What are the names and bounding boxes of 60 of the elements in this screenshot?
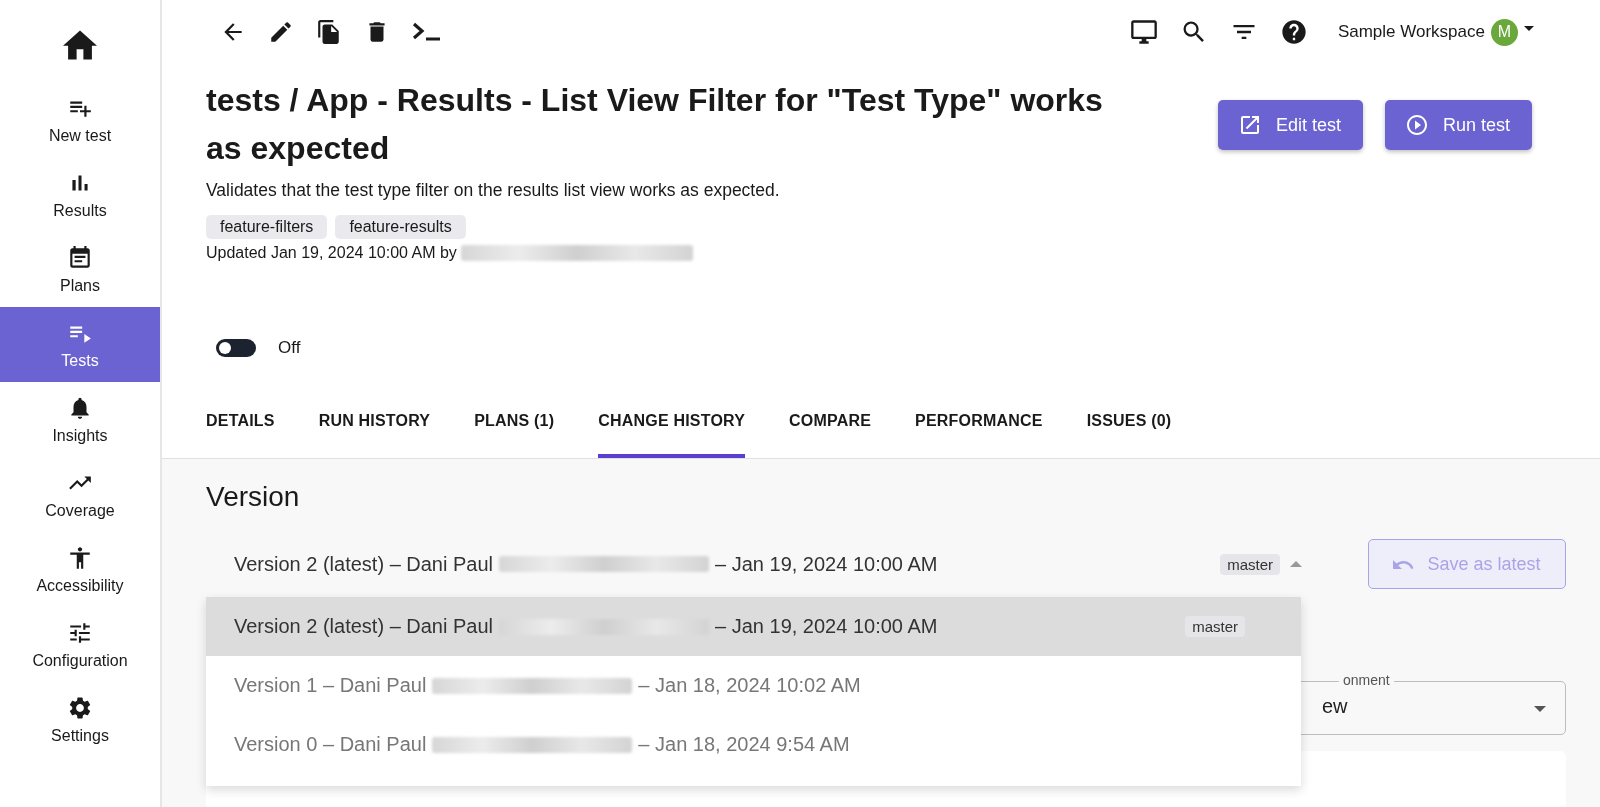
nav-item[interactable]: Configuration — [0, 607, 160, 682]
option-date: – Jan 19, 2024 10:00 AM — [715, 615, 938, 638]
nav-label: Configuration — [32, 651, 128, 670]
page-title: tests / App - Results - List View Filter for "Test Type" works as expected — [206, 81, 1104, 168]
tab[interactable]: ISSUES (0) — [1086, 398, 1172, 458]
nav-label: Settings — [51, 726, 109, 745]
nav-item[interactable]: Settings — [0, 682, 160, 757]
branch-chip: master — [1220, 553, 1280, 575]
nav-label: Accessibility — [36, 576, 124, 595]
nav-label: Results — [53, 201, 107, 220]
branch-chip: master — [1185, 616, 1245, 637]
tab[interactable]: PERFORMANCE — [915, 398, 1043, 458]
calendar-icon — [67, 244, 93, 271]
caret-icon — [1524, 25, 1534, 31]
nav-label: Coverage — [45, 501, 115, 520]
toggle-label: Off — [278, 338, 301, 358]
menu-option[interactable]: Version 2 (latest) – Dani Paul – Jan 19, 2024 10:00 AM master — [206, 597, 1301, 656]
nav-item[interactable]: Plans — [0, 232, 160, 307]
option-label: Version 0 – Dani Paul — [234, 733, 427, 756]
accessibility-icon — [67, 544, 93, 571]
option-label: Version 1 – Dani Paul — [234, 674, 427, 697]
pencil-icon[interactable] — [268, 19, 294, 45]
copy-icon[interactable] — [316, 19, 342, 45]
workspace-name: Sample Workspace — [1337, 22, 1485, 42]
help-icon[interactable] — [1279, 18, 1308, 46]
nav-item[interactable]: Coverage — [0, 457, 160, 532]
tab[interactable]: PLANS (1) — [474, 398, 555, 458]
version-select[interactable]: Version 2 (latest) – Dani Paul – Jan 19, 2024 10:00 AM master — [206, 539, 1330, 589]
field-value: ew — [1322, 695, 1348, 718]
nav-item[interactable]: Insights — [0, 382, 160, 457]
nav-item[interactable]: Results — [0, 157, 160, 232]
nav-label: Insights — [52, 426, 108, 445]
nav-item[interactable]: Accessibility — [0, 532, 160, 607]
avatar: M — [1491, 18, 1518, 46]
version-date: – Jan 19, 2024 10:00 AM — [715, 552, 938, 576]
option-date: – Jan 18, 2024 9:54 AM — [638, 733, 850, 756]
undo-icon — [1393, 558, 1416, 570]
version-label: Version 2 (latest) – Dani Paul — [234, 552, 494, 576]
run-button[interactable]: Run test — [1384, 100, 1532, 150]
tab[interactable]: DETAILS — [206, 398, 275, 458]
tab[interactable]: RUN HISTORY — [318, 398, 431, 458]
nav-item[interactable]: New test — [0, 82, 160, 157]
updated-text: Updated Jan 19, 2024 10:00 AM by — [206, 244, 457, 262]
caret-icon — [1534, 706, 1546, 712]
monitor-icon[interactable] — [1129, 18, 1158, 46]
description: Validates that the test type filter on the results list view works as expected. — [206, 180, 781, 201]
toggle-switch[interactable] — [216, 339, 256, 357]
nav-label: Plans — [60, 276, 100, 295]
option-label: Version 2 (latest) – Dani Paul — [234, 615, 494, 638]
tab[interactable]: COMPARE — [789, 398, 872, 458]
edit-button[interactable]: Edit test — [1217, 100, 1363, 150]
nav-label: Tests — [61, 351, 99, 370]
option-date: – Jan 18, 2024 10:02 AM — [638, 674, 861, 697]
nav-label: New test — [48, 126, 112, 145]
workspace-menu[interactable]: Sample Workspace M — [1337, 18, 1534, 46]
tag: feature-filters — [206, 215, 328, 239]
home-icon[interactable] — [63, 30, 97, 60]
section-title: Version — [206, 481, 301, 513]
nav-item[interactable]: Tests — [0, 307, 160, 382]
tag: feature-results — [335, 215, 466, 239]
